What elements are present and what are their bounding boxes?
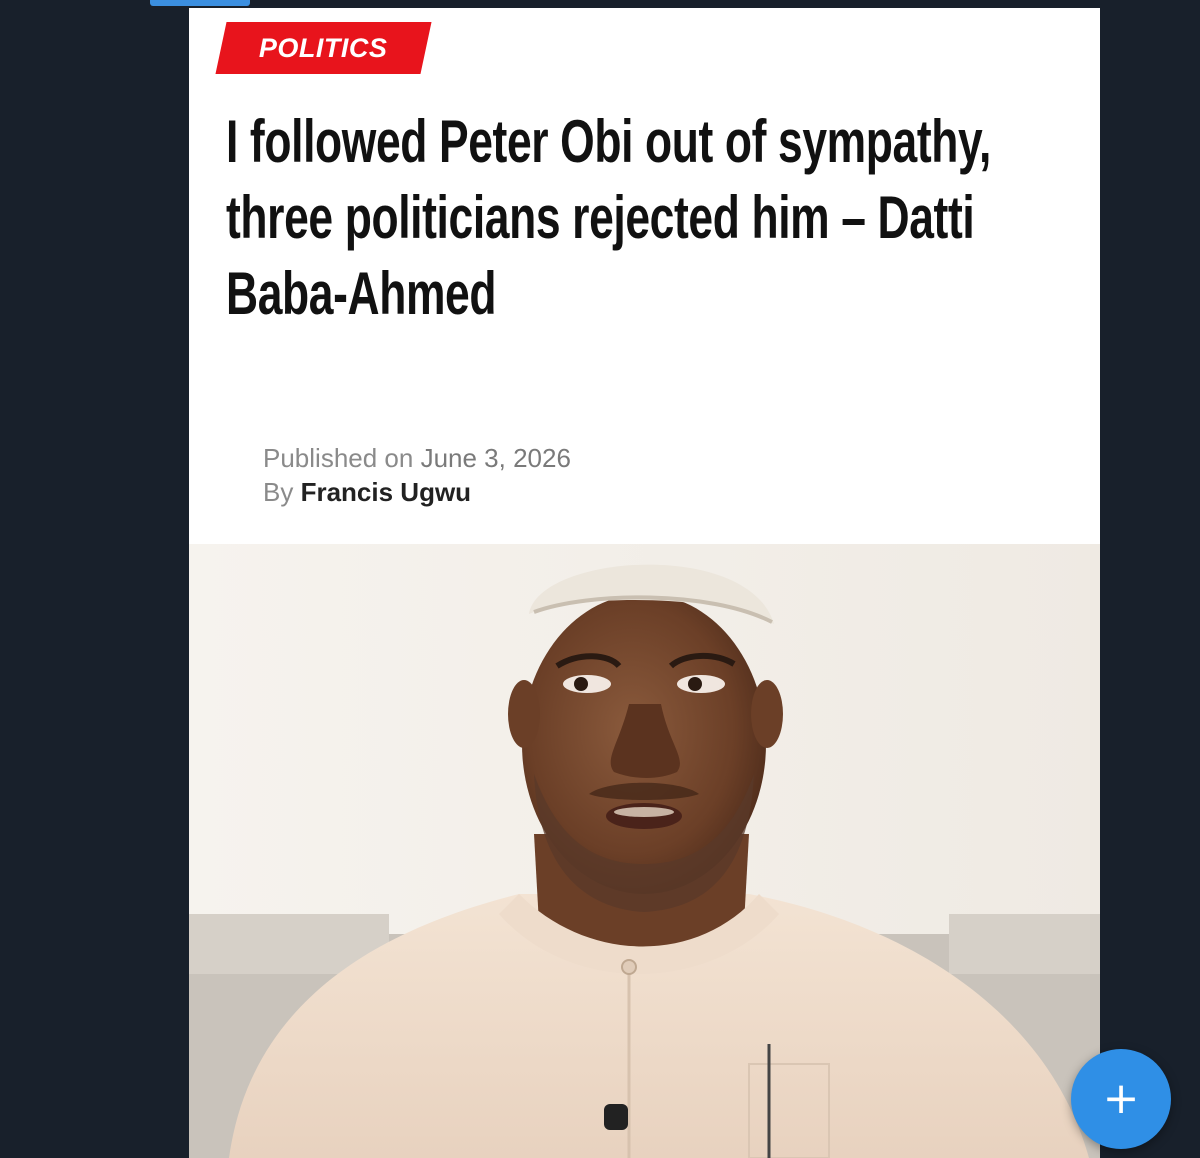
category-label: POLITICS bbox=[259, 32, 388, 63]
article-photo bbox=[189, 544, 1100, 1158]
article-meta: Published on June 3, 2026 By Francis Ugw… bbox=[263, 441, 571, 509]
author-name[interactable]: Francis Ugwu bbox=[301, 477, 471, 507]
portrait-illustration bbox=[189, 544, 1100, 1158]
plus-icon: + bbox=[1102, 1073, 1140, 1124]
category-badge[interactable]: POLITICS bbox=[215, 22, 432, 74]
published-date: June 3, 2026 bbox=[420, 443, 571, 473]
article-card: POLITICS I followed Peter Obi out of sym… bbox=[189, 8, 1100, 1158]
add-fab-button[interactable]: + bbox=[1071, 1049, 1171, 1149]
byline: By Francis Ugwu bbox=[263, 475, 571, 509]
by-label: By bbox=[263, 477, 294, 507]
top-progress-indicator bbox=[150, 0, 250, 6]
article-headline: I followed Peter Obi out of sympathy, th… bbox=[226, 108, 992, 327]
published-label: Published on bbox=[263, 443, 414, 473]
published-line: Published on June 3, 2026 bbox=[263, 441, 571, 475]
